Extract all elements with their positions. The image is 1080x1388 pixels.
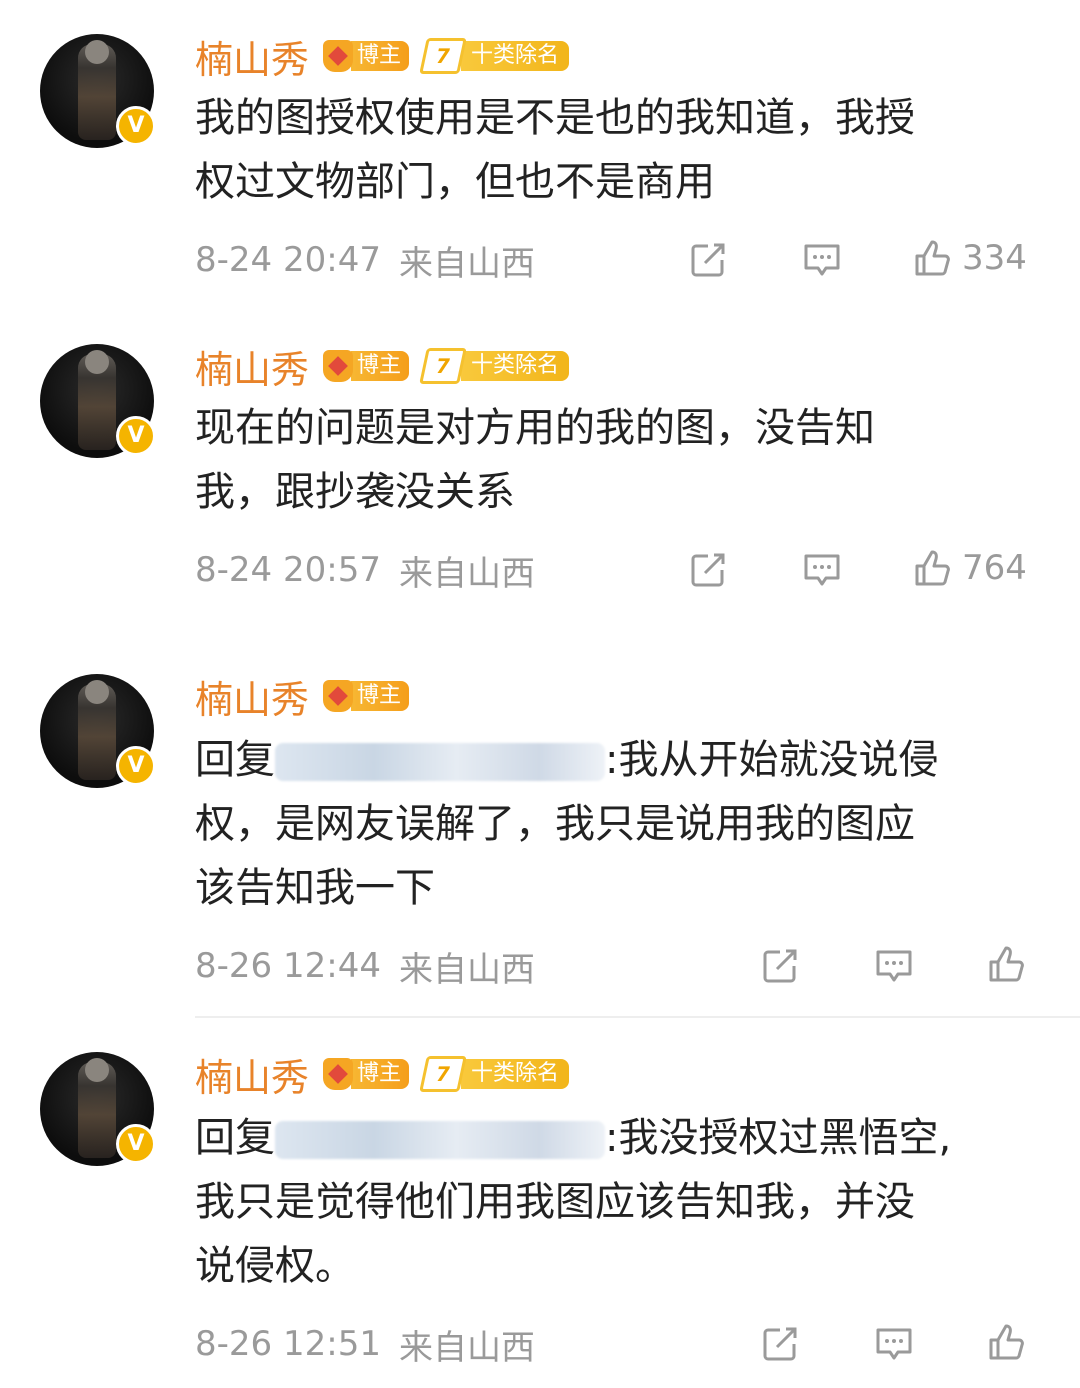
- crown-icon: [323, 40, 354, 72]
- timestamp: 8-24 20:57: [195, 550, 381, 590]
- avatar[interactable]: V: [40, 674, 156, 788]
- comment-text: 回复:我从开始就没说侵 权，是网友误解了，我只是说用我的图应 该告知我一下: [195, 737, 939, 911]
- crown-icon: [323, 1058, 354, 1090]
- blogger-badge: 博主: [323, 348, 410, 384]
- comment-icon[interactable]: [874, 1324, 914, 1364]
- diamond-icon: 7: [419, 38, 467, 74]
- comment-text: 现在的问题是对方用的我的图，没告知 我，跟抄袭没关系: [195, 405, 875, 515]
- avatar[interactable]: V: [40, 34, 156, 148]
- timestamp: 8-24 20:47: [195, 240, 381, 280]
- divider: [195, 1016, 1080, 1018]
- blurred-mention[interactable]: [275, 1121, 605, 1159]
- like-count: 764: [962, 548, 1027, 588]
- diamond-icon: 7: [419, 1056, 467, 1092]
- share-icon[interactable]: [688, 550, 728, 590]
- diamond-icon: 7: [419, 348, 467, 384]
- thumbs-up-icon[interactable]: [912, 238, 952, 278]
- rank-badge: 7 十类除名: [419, 38, 570, 74]
- comment-text: 我的图授权使用是不是也的我知道，我授 权过文物部门，但也不是商用: [195, 95, 915, 205]
- comment-icon[interactable]: [802, 550, 842, 590]
- timestamp: 8-26 12:51: [195, 1324, 381, 1364]
- reply-prefix: 回复: [195, 1115, 275, 1161]
- thumbs-up-icon[interactable]: [986, 944, 1026, 984]
- share-icon[interactable]: [760, 946, 800, 986]
- comment-text: 回复:我没授权过黑悟空, 我只是觉得他们用我图应该告知我，并没 说侵权。: [195, 1115, 952, 1289]
- verified-v-icon: V: [116, 746, 156, 786]
- username[interactable]: 楠山秀: [195, 339, 309, 394]
- crown-icon: [323, 350, 354, 382]
- like-count: 334: [962, 238, 1027, 278]
- timestamp: 8-26 12:44: [195, 946, 381, 986]
- username[interactable]: 楠山秀: [195, 669, 309, 724]
- username[interactable]: 楠山秀: [195, 29, 309, 84]
- share-icon[interactable]: [760, 1324, 800, 1364]
- crown-icon: [323, 680, 354, 712]
- thumbs-up-icon[interactable]: [986, 1322, 1026, 1362]
- location: 来自山西: [398, 243, 535, 284]
- verified-v-icon: V: [116, 1124, 156, 1164]
- blogger-badge: 博主: [323, 38, 410, 74]
- location: 来自山西: [398, 553, 535, 594]
- verified-v-icon: V: [116, 416, 156, 456]
- avatar[interactable]: V: [40, 1052, 156, 1166]
- location: 来自山西: [398, 949, 535, 990]
- username[interactable]: 楠山秀: [195, 1047, 309, 1102]
- reply-prefix: 回复: [195, 737, 275, 783]
- comment-icon[interactable]: [874, 946, 914, 986]
- blogger-badge: 博主: [323, 678, 410, 714]
- comment-icon[interactable]: [802, 240, 842, 280]
- share-icon[interactable]: [688, 240, 728, 280]
- avatar[interactable]: V: [40, 344, 156, 458]
- thumbs-up-icon[interactable]: [912, 548, 952, 588]
- blurred-mention[interactable]: [275, 743, 605, 781]
- rank-badge: 7 十类除名: [419, 348, 570, 384]
- rank-badge: 7 十类除名: [419, 1056, 570, 1092]
- blogger-badge: 博主: [323, 1056, 410, 1092]
- location: 来自山西: [398, 1327, 535, 1368]
- verified-v-icon: V: [116, 106, 156, 146]
